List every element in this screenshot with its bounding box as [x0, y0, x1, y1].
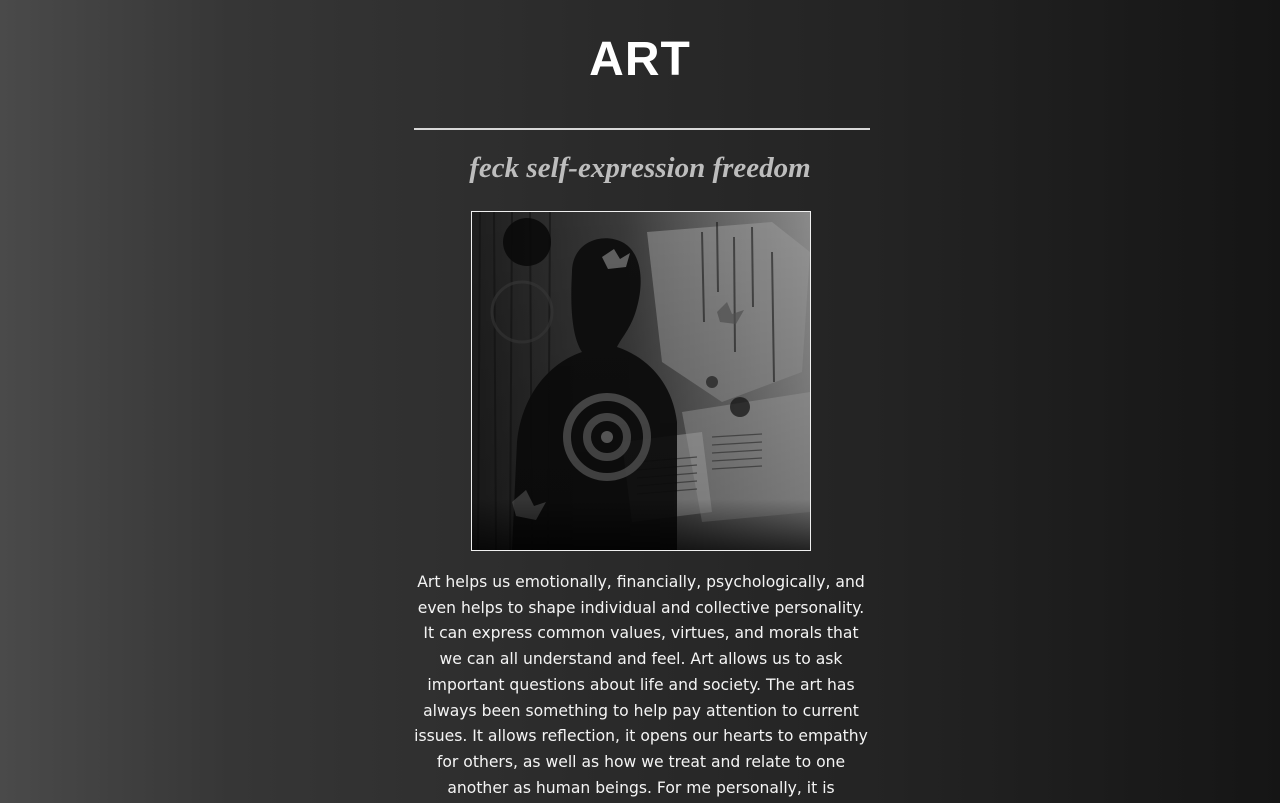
art-page: ART feck self-expression freedom Art hel… [0, 0, 1280, 803]
page-subtitle: feck self-expression freedom [469, 152, 811, 184]
article-body: Art helps us emotionally, financially, p… [414, 573, 868, 797]
collage-artwork-icon [472, 212, 810, 550]
title-divider [414, 128, 870, 130]
artwork-image [471, 211, 811, 551]
page-title: ART [589, 33, 691, 86]
